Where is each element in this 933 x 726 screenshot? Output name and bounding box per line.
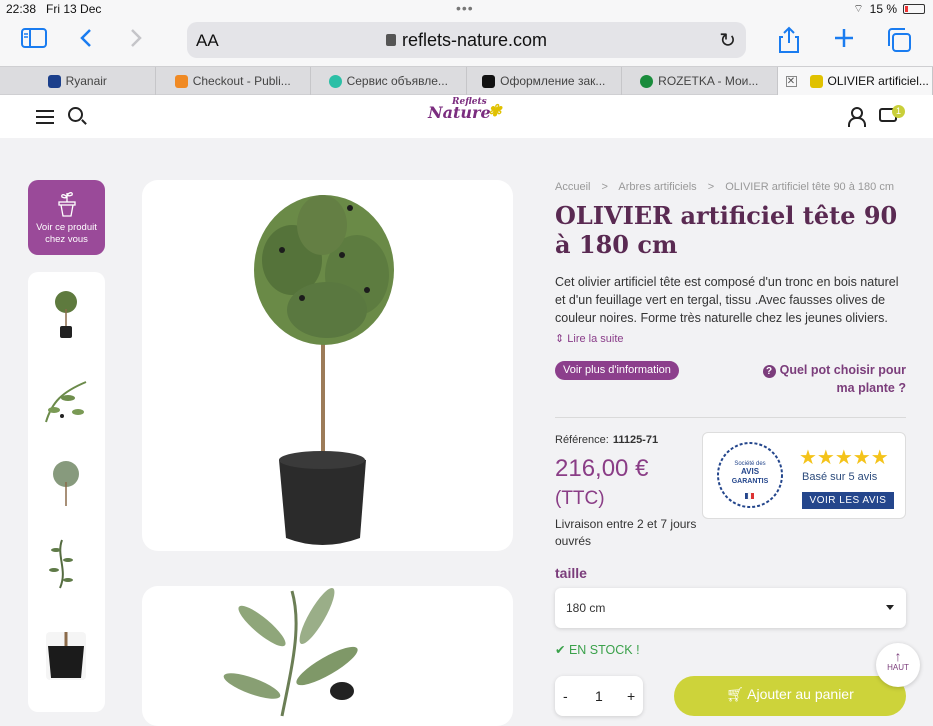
- check-icon: ✔: [555, 643, 565, 657]
- palm-icon: ✾: [488, 101, 501, 120]
- browser-toolbar: AA reflets-nature.com ↻: [0, 18, 933, 66]
- rating-stars: ★★★★★: [799, 445, 889, 470]
- address-bar[interactable]: AA reflets-nature.com ↻: [187, 22, 746, 58]
- tab-service[interactable]: Сервис объявле...: [311, 67, 467, 95]
- avis-garantis-seal: Société des AVIS GARANTIS: [713, 441, 787, 511]
- rozetka-favicon: [640, 75, 653, 88]
- review-count: Basé sur 5 avis: [802, 471, 877, 483]
- order-favicon: [482, 75, 495, 88]
- reviews-widget: Société des AVIS GARANTIS ★★★★★ Basé sur…: [702, 432, 906, 519]
- product-description: Cet olivier artificiel tête est composé …: [555, 273, 910, 327]
- wifi-icon: ⌔: [853, 2, 863, 16]
- thumbnail-2[interactable]: [42, 372, 90, 428]
- ryanair-favicon: [48, 75, 61, 88]
- thumbnail-3[interactable]: [42, 454, 90, 510]
- product-secondary-image[interactable]: [142, 586, 513, 726]
- read-more-link[interactable]: ⇕ Lire la suite: [555, 332, 624, 345]
- back-to-top-button[interactable]: ↑ HAUT: [876, 643, 920, 687]
- url-text-wrap[interactable]: reflets-nature.com: [187, 30, 746, 51]
- reference: Référence:11125-71: [555, 434, 658, 446]
- divider: [555, 417, 906, 418]
- lock-icon: [386, 34, 396, 46]
- thumbnail-5[interactable]: [42, 628, 90, 684]
- battery-percent: 15 %: [870, 2, 897, 16]
- menu-icon[interactable]: [36, 110, 54, 128]
- more-info-button[interactable]: Voir plus d'information: [555, 361, 679, 380]
- thumbnail-4[interactable]: [42, 536, 90, 592]
- breadcrumb: Accueil > Arbres artificiels > OLIVIER a…: [555, 181, 902, 193]
- qty-minus-button[interactable]: -: [563, 688, 568, 704]
- size-select-value: 180 cm: [566, 601, 605, 615]
- tab-olivier[interactable]: ✕OLIVIER artificiel...: [778, 67, 933, 95]
- quantity-stepper[interactable]: - 1 +: [555, 676, 643, 716]
- qty-plus-button[interactable]: +: [627, 688, 635, 704]
- tab-checkout[interactable]: Checkout - Publi...: [156, 67, 312, 95]
- size-label: taille: [555, 565, 587, 581]
- view-in-room-button[interactable]: Voir ce produit chez vous: [28, 180, 105, 255]
- expand-icon: ⇕: [555, 333, 564, 345]
- new-tab-icon[interactable]: [829, 26, 859, 56]
- reload-icon[interactable]: ↻: [719, 28, 736, 53]
- user-icon[interactable]: [848, 107, 862, 125]
- site-logo[interactable]: Reflets Nature ✾: [428, 103, 491, 122]
- back-icon[interactable]: [72, 26, 102, 56]
- thumbnail-1[interactable]: [42, 284, 90, 340]
- arrow-up-icon: ↑: [876, 649, 920, 663]
- price: 216,00 €: [555, 454, 648, 484]
- thumbnail-column: Voir ce produit chez vous: [28, 180, 105, 712]
- pot-question-link[interactable]: ?Quel pot choisir pour ma plante ?: [750, 361, 906, 397]
- multitask-dots[interactable]: •••: [456, 0, 474, 16]
- status-right: ⌔ 15 %: [853, 2, 925, 16]
- tabs-overview-icon[interactable]: [884, 26, 914, 56]
- ios-status-bar: 22:38 Fri 13 Dec ••• ⌔ 15 %: [0, 0, 933, 18]
- see-reviews-button[interactable]: VOIR LES AVIS: [802, 492, 894, 509]
- question-icon: ?: [763, 365, 776, 378]
- size-select[interactable]: 180 cm: [555, 588, 906, 628]
- add-to-cart-button[interactable]: 🛒︎ Ajouter au panier: [674, 676, 906, 716]
- tab-order[interactable]: Оформление зак...: [467, 67, 623, 95]
- breadcrumb-separator: >: [602, 181, 608, 193]
- checkout-favicon: [175, 75, 188, 88]
- chevron-down-icon: [886, 605, 894, 610]
- forward-icon[interactable]: [120, 26, 150, 56]
- tab-rozetka[interactable]: ROZETKA - Мои...: [622, 67, 778, 95]
- status-time: 22:38 Fri 13 Dec: [6, 2, 101, 16]
- product-title: OLIVIER artificiel tête 90 à 180 cm: [555, 201, 915, 259]
- cart-count-badge: 1: [892, 105, 905, 118]
- close-tab-icon[interactable]: ✕: [786, 76, 797, 87]
- site-header: Reflets Nature ✾: [0, 95, 933, 138]
- search-icon[interactable]: [68, 107, 83, 122]
- breadcrumb-current: OLIVIER artificiel tête 90 à 180 cm: [725, 181, 894, 193]
- svg-text:AVIS: AVIS: [741, 467, 760, 476]
- product-main-image[interactable]: [142, 180, 513, 551]
- share-icon[interactable]: [774, 26, 804, 56]
- url-text[interactable]: reflets-nature.com: [402, 30, 547, 50]
- breadcrumb-home[interactable]: Accueil: [555, 181, 590, 193]
- tab-strip: Ryanair Checkout - Publi... Сервис объяв…: [0, 66, 933, 95]
- breadcrumb-category[interactable]: Arbres artificiels: [618, 181, 696, 193]
- price-tax-note: (TTC): [555, 488, 605, 510]
- delivery-info: Livraison entre 2 et 7 jours ouvrés: [555, 516, 705, 550]
- qty-value[interactable]: 1: [595, 688, 603, 704]
- svg-text:GARANTIS: GARANTIS: [732, 478, 769, 485]
- service-favicon: [329, 75, 342, 88]
- tab-ryanair[interactable]: Ryanair: [0, 67, 156, 95]
- plant-pot-icon: [56, 188, 78, 218]
- sidebar-icon[interactable]: [19, 26, 49, 56]
- battery-icon: [903, 4, 925, 14]
- stock-status: ✔ EN STOCK !: [555, 642, 640, 657]
- olivier-favicon: [810, 75, 823, 88]
- thumbnail-list: [28, 272, 105, 712]
- breadcrumb-separator: >: [708, 181, 714, 193]
